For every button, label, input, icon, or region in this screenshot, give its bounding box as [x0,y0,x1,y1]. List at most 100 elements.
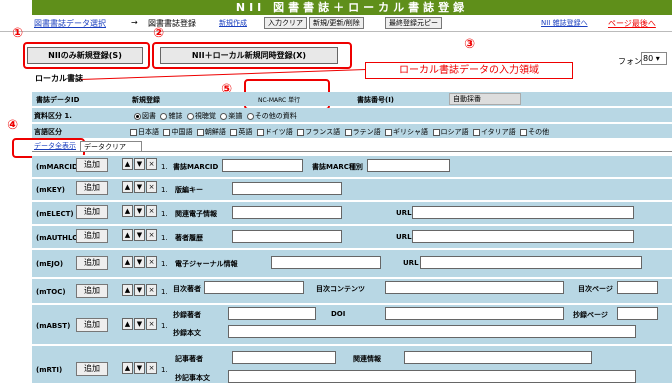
field-label: 記事著者 [175,355,203,363]
type-radio-group[interactable]: 図書 雑誌 視聴覚 楽譜 その他の資料 [134,111,297,121]
move-down-button[interactable]: ▼ [134,181,145,193]
authlog-url-input[interactable] [412,230,634,243]
tab-divider [32,151,672,152]
move-up-button[interactable]: ▲ [122,256,133,268]
chk-other[interactable] [520,128,528,136]
elect-url-input[interactable] [412,206,634,219]
chk-english[interactable] [230,128,238,136]
move-up-button[interactable]: ▲ [122,205,133,217]
chk-japanese[interactable] [130,128,137,136]
move-up-button[interactable]: ▲ [122,284,133,296]
move-up-button[interactable]: ▲ [122,229,133,241]
annotation-2: ② [153,26,165,41]
nii-journal-link[interactable]: NII 雑誌登録へ [541,18,588,28]
delete-button[interactable]: × [146,205,157,217]
add-button[interactable]: 追加 [76,229,108,243]
create-link[interactable]: 新規作成 [219,18,247,28]
toc-author-input[interactable] [204,281,304,294]
move-down-button[interactable]: ▼ [134,158,145,170]
row-label: (mELECT) [36,210,74,218]
chk-korean[interactable] [196,128,204,136]
annotation-3: ③ [464,37,476,52]
chk-greek[interactable] [385,128,393,136]
move-up-button[interactable]: ▲ [122,158,133,170]
chk-latin[interactable] [344,128,352,136]
move-down-button[interactable]: ▼ [134,256,145,268]
last-copy-button[interactable]: 最終登録元ピー [385,17,442,29]
language-label: 言語区分 [34,128,62,136]
move-up-button[interactable]: ▲ [122,318,133,330]
annotation-4: ④ [7,118,19,133]
abst-page-input[interactable] [617,307,658,320]
font-size-select[interactable]: 80 ▾ [641,52,667,65]
radio-score[interactable] [220,112,228,120]
type-label: 資料区分 1. [34,112,72,120]
abst-body-input[interactable] [228,325,636,338]
add-button[interactable]: 追加 [76,205,108,219]
marc-type-input[interactable] [367,159,450,172]
delete-button[interactable]: × [146,362,157,374]
index-label: 1. [161,210,168,218]
delete-button[interactable]: × [146,318,157,330]
new-update-delete-button[interactable]: 新規/更新/削除 [309,17,364,29]
delete-button[interactable]: × [146,256,157,268]
chk-russian[interactable] [432,128,440,136]
delete-button[interactable]: × [146,158,157,170]
authlog-input[interactable] [232,230,342,243]
field-label: 版編キー [175,186,203,194]
delete-button[interactable]: × [146,284,157,296]
key-input[interactable] [232,182,342,195]
field-label: DOI [331,310,346,318]
language-checkbox-group[interactable]: 日本語 中国語 朝鮮語 英語 ドイツ語 フランス語 ラテン語 ギリシャ語 ロシア… [130,127,549,137]
clear-input-button[interactable]: 入力クリア [264,17,307,29]
local-section-label: ローカル書誌 [35,74,83,83]
toc-content-input[interactable] [385,281,564,294]
add-button[interactable]: 追加 [76,318,108,332]
index-label: 1. [161,366,168,374]
add-button[interactable]: 追加 [76,256,108,270]
field-label: 抄録ページ [573,311,608,319]
rti-info-input[interactable] [404,351,592,364]
rti-author-input[interactable] [232,351,336,364]
row-label: (mEJO) [36,260,64,268]
rti-body-input[interactable] [228,370,636,383]
abst-author-input[interactable] [228,307,316,320]
chk-german[interactable] [256,128,264,136]
row-label: (mMARCID) [36,163,82,171]
add-button[interactable]: 追加 [76,362,108,376]
radio-book[interactable] [134,112,141,120]
radio-av[interactable] [186,112,194,120]
nav-bar: 図書書誌データ選択 → 図書書誌登録 新規作成 入力クリア 新規/更新/削除 最… [0,15,672,32]
delete-button[interactable]: × [146,181,157,193]
record-id-label: 書誌データID [36,96,80,104]
chk-chinese[interactable] [163,128,171,136]
move-up-button[interactable]: ▲ [122,181,133,193]
select-data-link[interactable]: 図書書誌データ選択 [34,18,106,29]
page-bottom-link[interactable]: ページ最後へ [608,18,656,29]
ejo-input[interactable] [271,256,381,269]
move-down-button[interactable]: ▼ [134,205,145,217]
field-label: 書誌MARC種別 [312,163,363,171]
chk-french[interactable] [297,128,305,136]
toc-page-input[interactable] [617,281,658,294]
marcid-input[interactable] [222,159,303,172]
highlight-box-1 [23,42,150,69]
add-button[interactable]: 追加 [76,284,108,298]
field-label: 目次ページ [578,285,613,293]
move-down-button[interactable]: ▼ [134,284,145,296]
move-down-button[interactable]: ▼ [134,362,145,374]
delete-button[interactable]: × [146,229,157,241]
doi-input[interactable] [385,307,564,320]
ejo-url-input[interactable] [420,256,642,269]
add-button[interactable]: 追加 [76,181,108,195]
move-down-button[interactable]: ▼ [134,318,145,330]
move-up-button[interactable]: ▲ [122,362,133,374]
add-button[interactable]: 追加 [76,158,108,172]
radio-other[interactable] [246,112,254,120]
elect-input[interactable] [232,206,342,219]
move-down-button[interactable]: ▼ [134,229,145,241]
index-label: 1. [161,260,168,268]
field-label: URL [403,259,419,267]
radio-journal[interactable] [160,112,168,120]
chk-italian[interactable] [472,128,480,136]
